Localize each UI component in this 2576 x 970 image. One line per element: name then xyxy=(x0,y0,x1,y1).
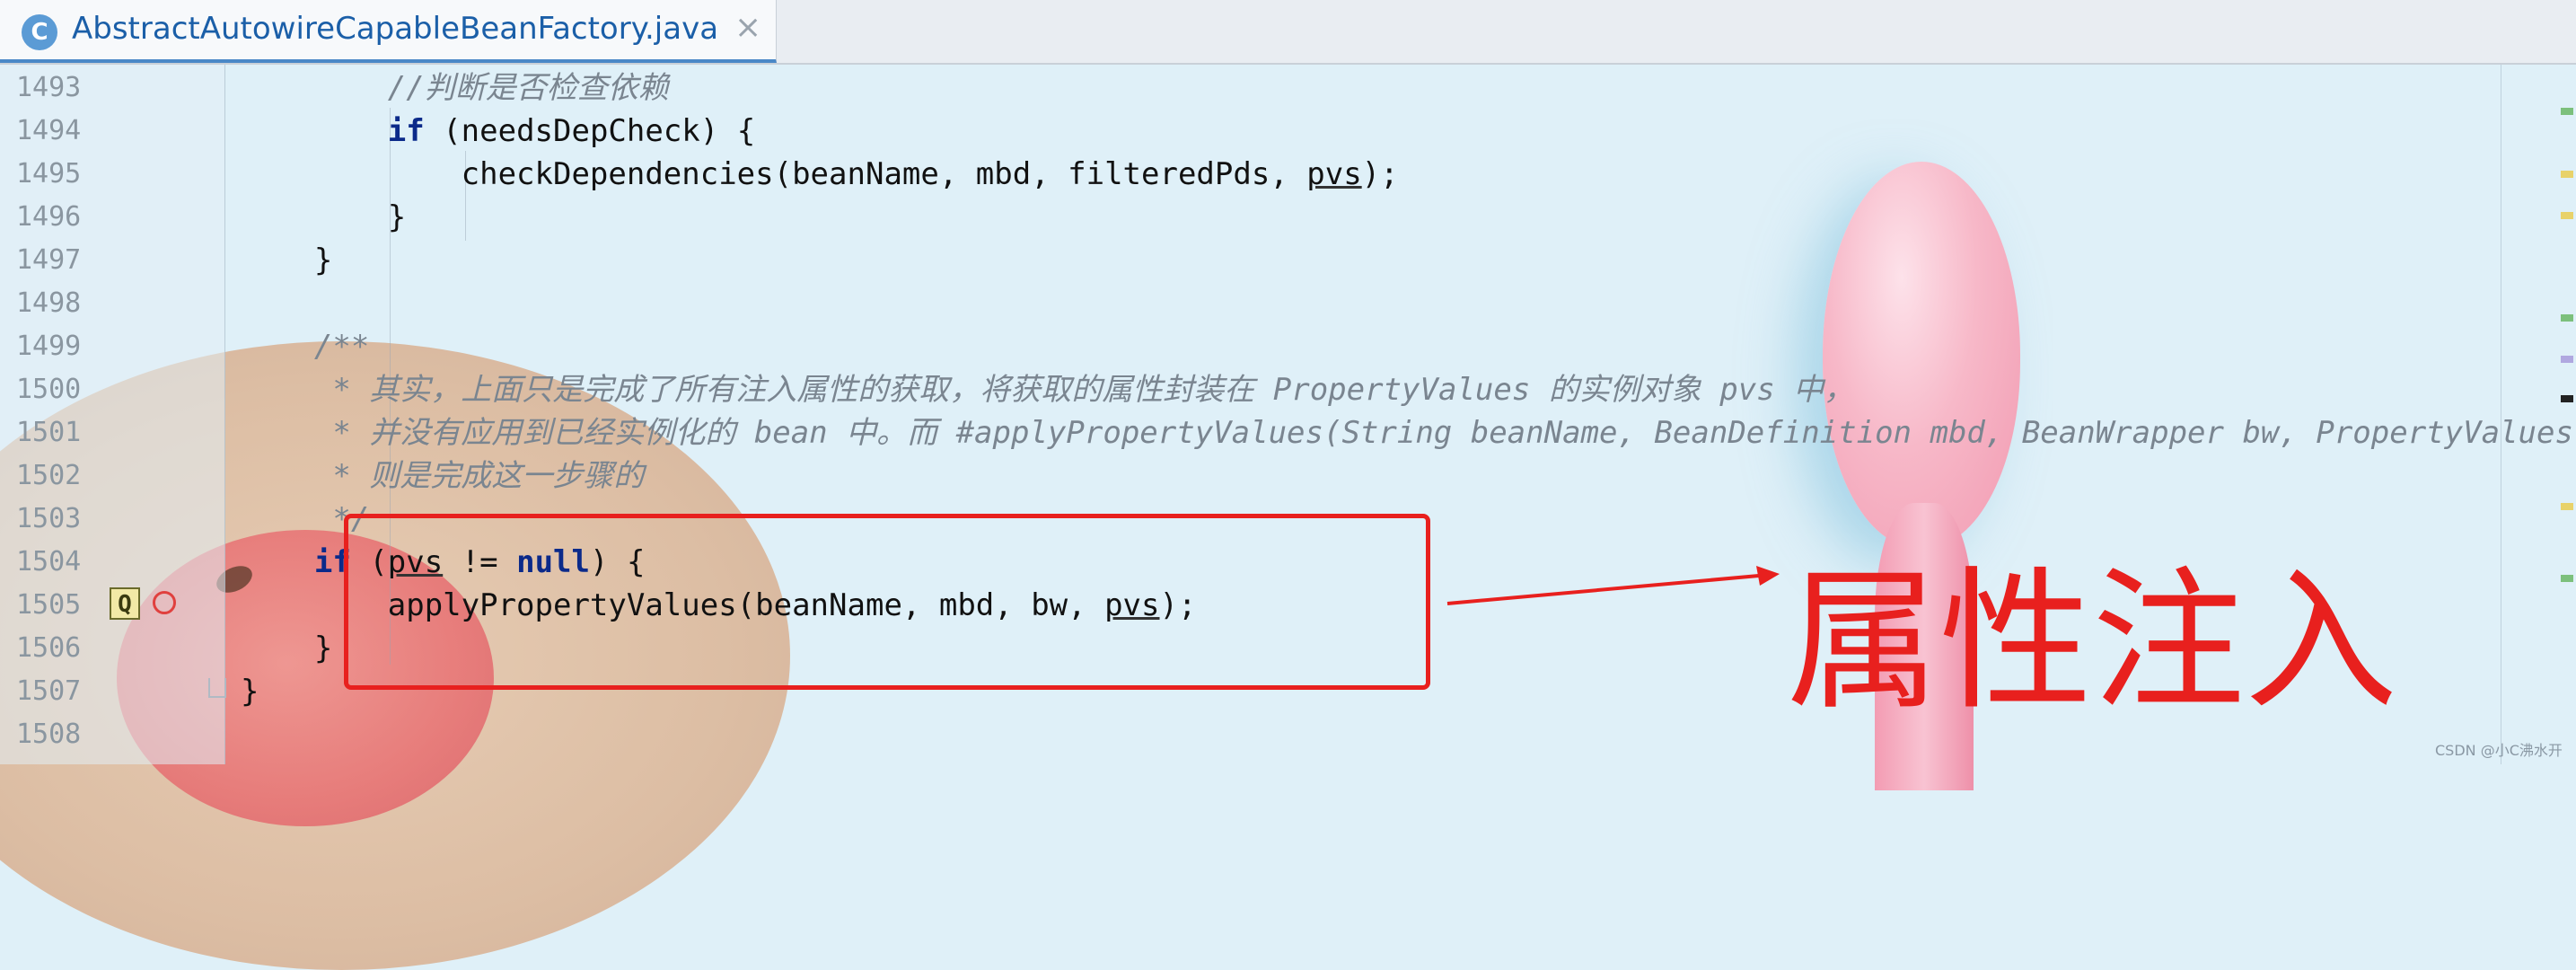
change-marker[interactable] xyxy=(2561,395,2573,402)
quick-definition-icon[interactable]: Q xyxy=(110,587,140,620)
code-line[interactable]: //判断是否检查依赖 xyxy=(241,66,669,110)
change-marker[interactable] xyxy=(2561,314,2573,322)
line-number[interactable]: 1508 xyxy=(16,713,97,756)
line-number[interactable]: 1504 xyxy=(16,541,97,584)
code-line[interactable]: } xyxy=(241,239,332,282)
background-spoon-bowl xyxy=(1823,162,2020,548)
code-token: (needsDepCheck) { xyxy=(424,113,756,149)
line-number[interactable]: 1502 xyxy=(16,454,97,498)
code-line[interactable]: if (needsDepCheck) { xyxy=(241,110,755,153)
code-token: } xyxy=(241,242,333,278)
line-number[interactable]: 1506 xyxy=(16,627,97,670)
editor-tab-bar: C AbstractAutowireCapableBeanFactory.jav… xyxy=(0,0,2576,65)
highlight-box xyxy=(344,514,1430,690)
line-number[interactable]: 1499 xyxy=(16,325,97,368)
line-number[interactable]: 1500 xyxy=(16,368,97,411)
breakpoint-circle-icon[interactable] xyxy=(153,591,176,614)
keyword-token: if xyxy=(387,113,425,149)
code-token: ); xyxy=(1361,156,1399,192)
comment-token: * 则是完成这一步骤的 xyxy=(332,458,645,494)
code-line[interactable]: * 其实，上面只是完成了所有注入属性的获取，将获取的属性封装在 Property… xyxy=(241,368,1854,411)
watermark: CSDN @小C沸水开 xyxy=(2435,742,2563,759)
change-marker[interactable] xyxy=(2561,171,2573,178)
fold-marker-icon[interactable] xyxy=(208,678,226,698)
line-number[interactable]: 1507 xyxy=(16,670,97,713)
code-line[interactable]: } xyxy=(241,196,406,239)
file-tab[interactable]: C AbstractAutowireCapableBeanFactory.jav… xyxy=(0,0,777,63)
change-marker[interactable] xyxy=(2561,356,2573,363)
java-class-icon: C xyxy=(22,14,57,50)
code-token: } xyxy=(241,199,407,235)
change-marker[interactable] xyxy=(2561,575,2573,582)
code-line[interactable]: * 并没有应用到已经实例化的 bean 中。而 #applyPropertyVa… xyxy=(241,411,2576,454)
file-tab-label[interactable]: AbstractAutowireCapableBeanFactory.java xyxy=(72,11,718,47)
code-token: } xyxy=(241,674,259,710)
code-line[interactable]: } xyxy=(241,670,259,713)
code-line[interactable]: /** xyxy=(241,325,369,368)
comment-token: * 并没有应用到已经实例化的 bean 中。而 #applyPropertyVa… xyxy=(332,415,2576,451)
close-tab-icon[interactable]: × xyxy=(734,9,761,46)
code-line[interactable]: } xyxy=(241,627,332,670)
line-number[interactable]: 1503 xyxy=(16,498,97,541)
change-marker[interactable] xyxy=(2561,108,2573,115)
variable-token: pvs xyxy=(1306,156,1362,192)
line-number[interactable]: 1493 xyxy=(16,66,97,110)
comment-token: //判断是否检查依赖 xyxy=(387,70,669,106)
error-stripe[interactable] xyxy=(2501,65,2576,764)
line-number[interactable]: 1505 xyxy=(16,584,97,627)
line-number[interactable]: 1501 xyxy=(16,411,97,454)
comment-token: /** xyxy=(313,329,370,365)
line-number[interactable]: 1496 xyxy=(16,196,97,239)
comment-token: * 其实，上面只是完成了所有注入属性的获取，将获取的属性封装在 Property… xyxy=(332,372,1855,408)
change-marker[interactable] xyxy=(2561,212,2573,219)
annotation-label: 属性注入 xyxy=(1787,553,2398,731)
code-token: checkDependencies(beanName, mbd, filtere… xyxy=(241,156,1307,192)
code-token: } xyxy=(241,630,333,666)
code-line[interactable]: checkDependencies(beanName, mbd, filtere… xyxy=(241,153,1399,196)
line-number[interactable]: 1498 xyxy=(16,282,97,325)
line-number[interactable]: 1494 xyxy=(16,110,97,153)
code-line[interactable]: * 则是完成这一步骤的 xyxy=(241,454,644,498)
line-number[interactable]: 1495 xyxy=(16,153,97,196)
line-number[interactable]: 1497 xyxy=(16,239,97,282)
annotation-arrow xyxy=(1446,566,1780,605)
change-marker[interactable] xyxy=(2561,503,2573,510)
